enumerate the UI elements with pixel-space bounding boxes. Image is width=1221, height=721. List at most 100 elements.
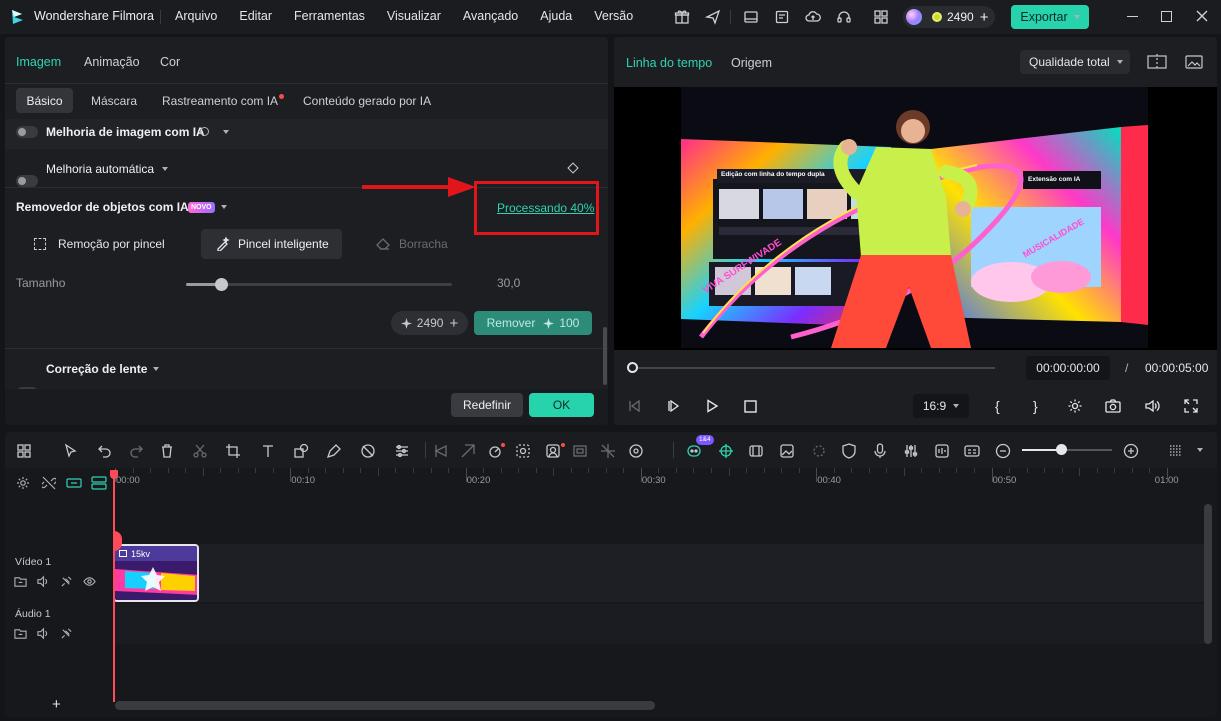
time-ruler[interactable]: 00:00 00:10 00:20 00:30 00:40 00:50 01:00 (115, 468, 1215, 498)
add-credits-icon[interactable]: + (980, 10, 989, 25)
link-tracks-icon[interactable] (65, 475, 83, 491)
video-track-visibility-icon[interactable] (82, 574, 96, 588)
gift-icon[interactable] (670, 5, 694, 29)
tab-imagem[interactable]: Imagem (16, 55, 61, 69)
ok-button[interactable]: OK (529, 393, 594, 417)
notes-icon[interactable] (770, 5, 794, 29)
split-audio-icon[interactable] (432, 442, 450, 460)
ai-image-icon[interactable] (778, 442, 796, 460)
video-track-lane[interactable] (115, 544, 1205, 602)
zoom-out-icon[interactable] (994, 442, 1012, 460)
audio-track-volume-icon[interactable] (36, 626, 50, 640)
add-track-button[interactable]: + (52, 696, 61, 713)
audio-track-folder-icon[interactable] (13, 626, 27, 640)
playhead-thumb[interactable] (627, 362, 638, 373)
auto-enhance-toggle[interactable] (16, 175, 38, 187)
cut-icon[interactable] (191, 442, 209, 460)
aspect-ratio-select[interactable]: 16:9 (913, 394, 969, 418)
subtitle-icon[interactable] (963, 442, 981, 460)
beat-icon[interactable] (933, 442, 951, 460)
quality-select[interactable]: Qualidade total (1020, 50, 1130, 74)
playback-scrubber[interactable] (633, 367, 995, 369)
step-forward-icon[interactable] (665, 397, 683, 415)
play-icon[interactable] (703, 397, 721, 415)
zoom-in-icon[interactable] (1122, 442, 1140, 460)
fullscreen-icon[interactable] (1182, 397, 1200, 415)
menu-ferramentas[interactable]: Ferramentas (294, 9, 365, 23)
headset-icon[interactable] (832, 5, 856, 29)
keyframe-icon[interactable] (567, 162, 579, 174)
send-icon[interactable] (701, 5, 725, 29)
video-clip[interactable]: 15kv (113, 544, 199, 602)
render-settings-icon[interactable] (1066, 397, 1084, 415)
unlink-icon[interactable] (41, 475, 57, 491)
audio-track-lock-icon[interactable] (59, 626, 73, 640)
tab-cor[interactable]: Cor (160, 55, 180, 69)
microphone-icon[interactable] (871, 442, 889, 460)
add-credit-icon[interactable]: + (449, 316, 458, 331)
ai-cutout-icon[interactable] (514, 442, 532, 460)
menu-arquivo[interactable]: Arquivo (175, 9, 217, 23)
audio-track-lane[interactable] (115, 604, 1205, 644)
subtab-basico[interactable]: Básico (16, 88, 73, 113)
shield-icon[interactable] (840, 442, 858, 460)
split-video-icon[interactable] (459, 442, 477, 460)
video-track-folder-icon[interactable] (13, 574, 27, 588)
text-icon[interactable] (259, 442, 277, 460)
volume-icon[interactable] (1143, 397, 1161, 415)
timeline-hscrollbar[interactable] (115, 701, 655, 710)
delete-icon[interactable] (158, 442, 176, 460)
info-icon[interactable] (200, 127, 209, 136)
crop-icon[interactable] (224, 442, 242, 460)
playhead-handle[interactable] (110, 470, 118, 479)
color-icon[interactable] (359, 442, 377, 460)
lens-correction-chevron-icon[interactable] (153, 367, 159, 371)
menu-ajuda[interactable]: Ajuda (540, 9, 572, 23)
track-settings-icon[interactable] (15, 475, 31, 491)
subtab-mascara[interactable]: Máscara (91, 94, 137, 108)
cloud-upload-icon[interactable] (801, 5, 825, 29)
layout-grid-icon[interactable] (15, 442, 33, 460)
maximize-icon[interactable] (1161, 11, 1172, 22)
menu-versao[interactable]: Versão (594, 9, 633, 23)
menu-avancado[interactable]: Avançado (463, 9, 518, 23)
stabilize-icon[interactable] (571, 442, 589, 460)
current-time[interactable]: 00:00:00:00 (1026, 356, 1110, 380)
ai-effect-icon[interactable] (810, 442, 828, 460)
apps-grid-icon[interactable] (869, 5, 893, 29)
subtab-rastreamento[interactable]: Rastreamento com IA (162, 94, 285, 108)
zoom-slider-track[interactable] (1022, 449, 1112, 451)
layout-icon[interactable] (739, 5, 763, 29)
eraser-tool[interactable]: Borracha (399, 237, 448, 251)
auto-enhance-chevron-icon[interactable] (162, 167, 168, 171)
timeline-vscrollbar[interactable] (1204, 504, 1212, 644)
undo-icon[interactable] (96, 442, 114, 460)
video-frame[interactable]: Edição com linha do tempo dupla Extensão… (681, 87, 1148, 348)
reset-button[interactable]: Redefinir (451, 393, 523, 417)
subtab-conteudo[interactable]: Conteúdo gerado por IA (303, 94, 431, 108)
mark-out-icon[interactable]: } (1033, 398, 1038, 414)
object-remover-chevron-icon[interactable] (221, 205, 227, 209)
ai-portrait-icon[interactable] (544, 442, 562, 460)
remove-button[interactable]: Remover 100 (474, 311, 592, 335)
close-icon[interactable] (1195, 9, 1209, 23)
ai-color-icon[interactable] (627, 442, 645, 460)
video-track-lock-icon[interactable] (59, 574, 73, 588)
prev-frame-icon[interactable] (626, 397, 644, 415)
shape-icon[interactable] (292, 442, 310, 460)
brush-removal-tool[interactable]: Remoção por pincel (58, 237, 165, 251)
panel-scrollbar[interactable] (603, 327, 607, 385)
freeze-icon[interactable] (599, 442, 617, 460)
video-track-volume-icon[interactable] (36, 574, 50, 588)
redo-icon[interactable] (127, 442, 145, 460)
menu-editar[interactable]: Editar (239, 9, 272, 23)
tab-origin[interactable]: Origem (731, 56, 772, 70)
size-slider-thumb[interactable] (214, 278, 228, 291)
tab-timeline[interactable]: Linha do tempo (626, 56, 712, 70)
pen-tool-icon[interactable] (325, 442, 343, 460)
ai-enhance-toggle[interactable] (16, 126, 38, 138)
ai-track-icon[interactable] (717, 442, 735, 460)
stop-icon[interactable] (741, 397, 759, 415)
select-tool-icon[interactable] (62, 442, 80, 460)
zoom-slider-thumb[interactable] (1056, 444, 1067, 455)
